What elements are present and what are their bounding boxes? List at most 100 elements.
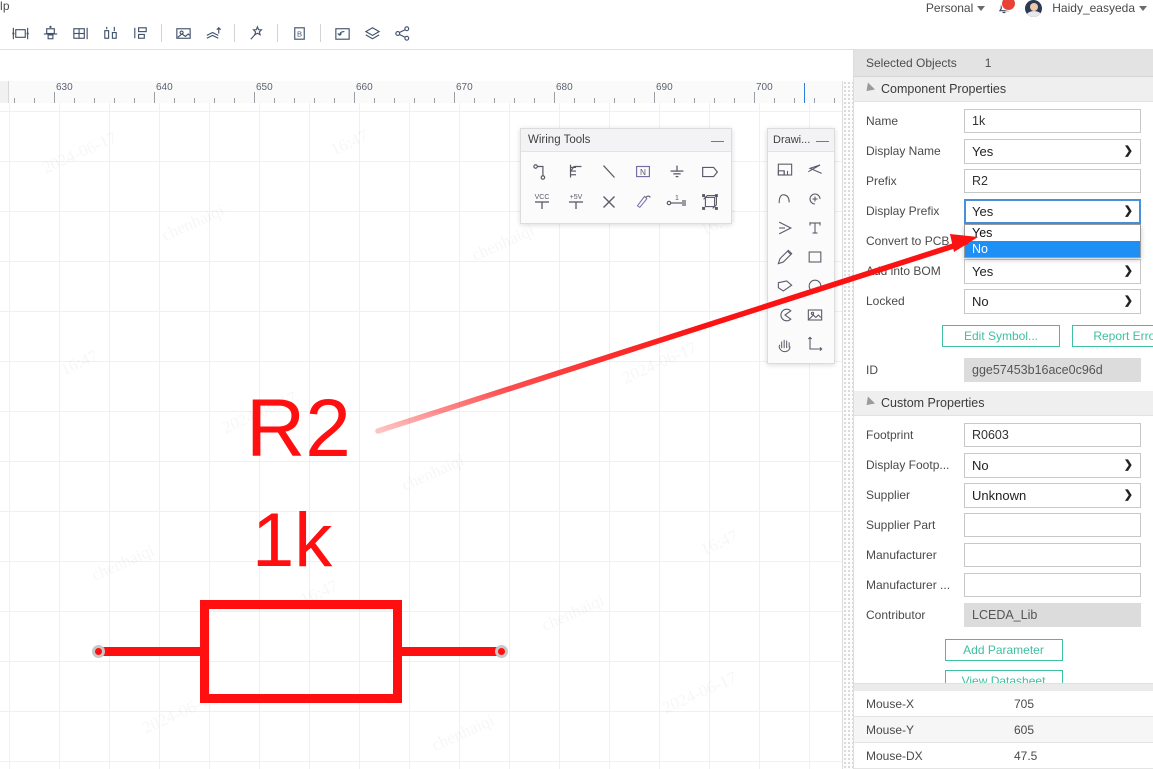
bus-entry-icon[interactable] [596, 159, 622, 185]
image-object-icon[interactable] [168, 19, 198, 47]
row-id: ID [866, 355, 1141, 385]
minimize-icon[interactable]: — [711, 134, 724, 147]
add-into-bom-value: Yes [972, 263, 994, 279]
horizontal-ruler[interactable]: 630 640 650 660 670 680 690 700 [0, 81, 853, 104]
probe-icon[interactable] [630, 189, 656, 215]
chevron-down-icon: ❯ [1123, 144, 1133, 157]
supplier-part-input[interactable] [964, 513, 1141, 537]
ruler-major-tick [54, 92, 55, 103]
wiring-tools-header[interactable]: Wiring Tools — [521, 129, 731, 152]
distribute-horizontal-icon[interactable] [95, 19, 125, 47]
import-folder-icon[interactable] [327, 19, 357, 47]
display-prefix-select[interactable]: Yes ❯ [964, 198, 1141, 224]
row-display-prefix: Display Prefix Yes ❯ Yes No [866, 196, 1141, 258]
pin-left[interactable] [92, 645, 105, 658]
symbol-value-text[interactable]: 1k [252, 503, 332, 579]
user-menu[interactable]: Haidy_easyeda [1052, 1, 1147, 15]
workspace-selector[interactable]: Personal [926, 1, 986, 15]
row-name: Name [866, 106, 1141, 136]
rectangle-icon[interactable] [802, 244, 828, 270]
distribute-vertical-icon[interactable] [125, 19, 155, 47]
status-key-mouse-x: Mouse-X [866, 696, 915, 711]
symbol-icon[interactable] [697, 189, 723, 215]
symbol-designator-text[interactable]: R2 [246, 388, 351, 470]
dropdown-option-yes[interactable]: Yes [965, 225, 1140, 241]
bus-icon[interactable] [563, 159, 589, 185]
custom-properties-rows: Footprint Display Footp... No ❯ Supplier [854, 416, 1153, 634]
ruler-major-tick [354, 92, 355, 103]
component-properties-rows: Name Display Name Yes ❯ Prefix [854, 102, 1153, 320]
resistor-lead-right [394, 647, 504, 656]
supplier-select[interactable]: Unknown ❯ [964, 482, 1141, 508]
display-prefix-dropdown[interactable]: Yes No [964, 223, 1141, 258]
image-icon[interactable] [802, 302, 828, 328]
display-footprint-value: No [972, 457, 989, 473]
drawing-tools-header[interactable]: Drawi... — [768, 129, 834, 152]
display-name-select[interactable]: Yes ❯ [964, 138, 1141, 164]
help-menu-fragment[interactable]: lp [0, 0, 10, 13]
add-parameter-button[interactable]: Add Parameter [944, 639, 1063, 661]
hand-icon[interactable] [772, 331, 798, 357]
pencil-icon[interactable] [772, 244, 798, 270]
align-horizontal-center-icon[interactable] [5, 19, 35, 47]
pin-right[interactable] [495, 645, 508, 658]
name-input[interactable] [964, 109, 1141, 133]
svg-text:B: B [296, 29, 301, 38]
chevron-down-icon: ❯ [1123, 294, 1133, 307]
circle-icon[interactable] [802, 273, 828, 299]
polygon-icon[interactable] [772, 273, 798, 299]
arrow-icon[interactable] [772, 215, 798, 241]
notification-badge [1001, 0, 1017, 11]
layers-up-icon[interactable] [198, 19, 228, 47]
footprint-input[interactable] [964, 423, 1141, 447]
toolbar-separator [320, 24, 321, 42]
label-display-footprint: Display Footp... [866, 458, 950, 472]
dropdown-option-no[interactable]: No [965, 240, 1140, 257]
manufacturer-input[interactable] [964, 543, 1141, 567]
netlabel-icon[interactable]: N [630, 159, 656, 185]
row-supplier: Supplier Unknown ❯ [866, 480, 1141, 510]
dimension-icon[interactable] [802, 331, 828, 357]
align-grid-icon[interactable] [65, 19, 95, 47]
manufacturer-part-input[interactable] [964, 573, 1141, 597]
pie-icon[interactable] [772, 302, 798, 328]
component-properties-section-header[interactable]: Component Properties [854, 77, 1153, 102]
wiring-tools-title: Wiring Tools [528, 134, 591, 146]
drawing-tools-palette[interactable]: Drawi... — [767, 128, 835, 364]
arc-icon[interactable] [802, 186, 828, 212]
report-error-button[interactable]: Report Error... [1072, 325, 1153, 347]
bom-folder-icon[interactable]: B [284, 19, 314, 47]
locked-select[interactable]: No ❯ [964, 288, 1141, 314]
ground-icon[interactable] [664, 159, 690, 185]
wiring-tools-palette[interactable]: Wiring Tools — N VCC +5V 1 [520, 128, 732, 224]
share-icon[interactable] [387, 19, 417, 47]
label-display-name: Display Name [866, 144, 941, 158]
add-into-bom-select[interactable]: Yes ❯ [964, 258, 1141, 284]
magic-wand-icon[interactable] [241, 19, 271, 47]
minimize-icon[interactable]: — [816, 134, 829, 147]
align-vertical-center-icon[interactable] [35, 19, 65, 47]
plus5v-icon[interactable]: +5V [563, 189, 589, 215]
prefix-input[interactable] [964, 169, 1141, 193]
edit-symbol-button[interactable]: Edit Symbol... [942, 325, 1060, 347]
no-connect-icon[interactable] [596, 189, 622, 215]
text-icon[interactable] [802, 215, 828, 241]
wire-icon[interactable] [529, 159, 555, 185]
display-footprint-select[interactable]: No ❯ [964, 452, 1141, 478]
polyline-icon[interactable] [802, 157, 828, 183]
selected-objects-row: Selected Objects 1 [854, 50, 1153, 77]
vertical-scrollbar[interactable] [842, 81, 853, 769]
vcc-icon[interactable]: VCC [529, 189, 555, 215]
layers-stack-icon[interactable] [357, 19, 387, 47]
notification-bell-icon[interactable] [995, 0, 1017, 17]
row-footprint: Footprint [866, 420, 1141, 450]
status-table-separator [854, 683, 1153, 691]
pin-icon[interactable]: 1 [664, 189, 690, 215]
bezier-icon[interactable] [772, 186, 798, 212]
chevron-down-icon [1139, 6, 1147, 12]
custom-properties-section-header[interactable]: Custom Properties [854, 391, 1153, 416]
chevron-down-icon: ❯ [1123, 264, 1133, 277]
canvas-frame-icon[interactable] [772, 157, 798, 183]
netport-icon[interactable] [697, 159, 723, 185]
avatar[interactable] [1025, 0, 1043, 17]
